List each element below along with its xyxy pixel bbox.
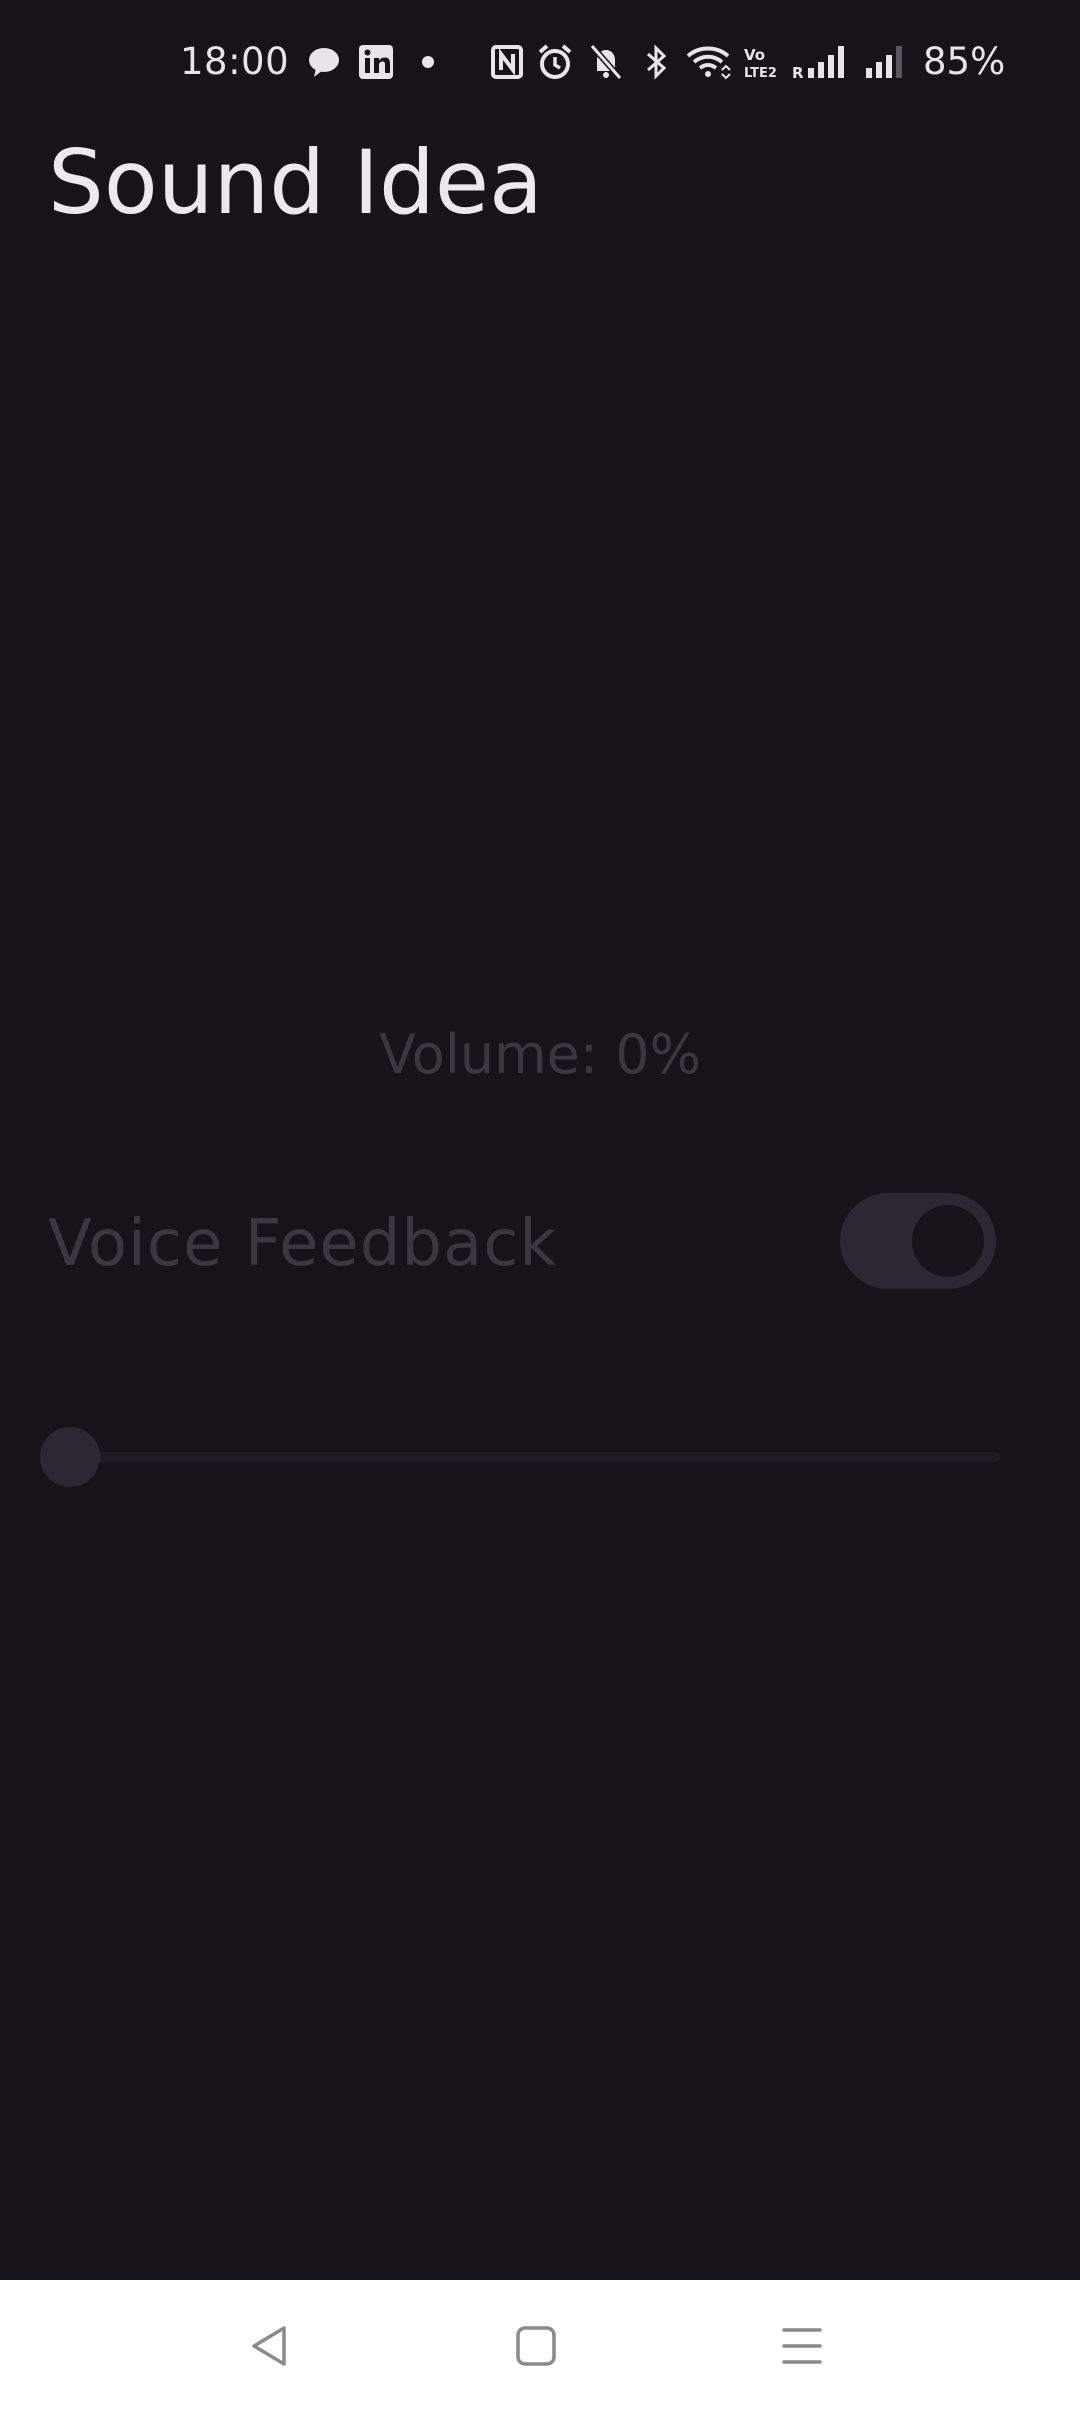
- status-bar: 18:00 Vo LTE2 R 85%: [0, 0, 1080, 124]
- page-title: Sound Idea: [48, 131, 543, 234]
- volte-icon: Vo LTE2: [744, 46, 777, 81]
- volume-slider[interactable]: [40, 1420, 1010, 1492]
- screen: 18:00 Vo LTE2 R 85% Sound Idea Volume: 0…: [0, 0, 1080, 2412]
- signal-icon-2: [866, 46, 902, 78]
- home-icon[interactable]: [496, 2306, 576, 2386]
- nfc-icon: [491, 45, 523, 79]
- volume-label: Volume: 0%: [379, 1023, 701, 1086]
- voice-feedback-toggle[interactable]: [840, 1193, 996, 1289]
- slider-thumb[interactable]: [40, 1427, 100, 1487]
- battery-percentage: 85%: [923, 40, 1006, 83]
- bluetooth-icon: [647, 44, 667, 80]
- wifi-icon: [686, 46, 731, 80]
- bell-off-icon: [589, 44, 623, 80]
- navigation-bar: [0, 2280, 1080, 2412]
- signal-icon: R: [792, 46, 844, 82]
- svg-text:LTE2: LTE2: [744, 66, 777, 81]
- toggle-knob: [912, 1205, 984, 1277]
- slider-track: [72, 1452, 1000, 1462]
- back-icon[interactable]: [228, 2306, 308, 2386]
- dot-icon: [422, 56, 434, 68]
- voice-feedback-label: Voice Feedback: [48, 1207, 558, 1281]
- svg-text:R: R: [792, 64, 804, 82]
- menu-icon[interactable]: [762, 2306, 842, 2386]
- svg-text:Vo: Vo: [744, 46, 765, 64]
- alarm-icon: [538, 44, 572, 79]
- linkedin-icon: [359, 45, 393, 79]
- chat-bubble-icon: [309, 48, 339, 77]
- status-time: 18:00: [180, 40, 290, 83]
